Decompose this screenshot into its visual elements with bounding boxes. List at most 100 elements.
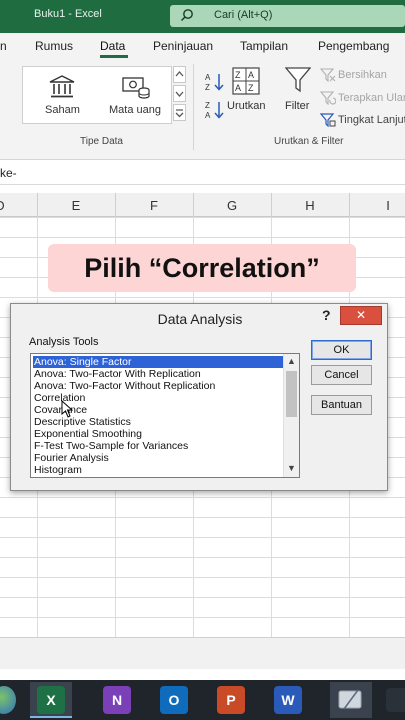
column-header-g[interactable]: G xyxy=(222,198,242,213)
tab-partial[interactable]: n xyxy=(0,39,7,53)
word-app-label: W xyxy=(281,692,295,708)
column-divider xyxy=(37,193,38,217)
bantuan-button[interactable]: Bantuan xyxy=(311,395,372,415)
column-divider xyxy=(115,193,116,217)
bank-icon xyxy=(49,75,75,98)
column-header-row: D E F G H I xyxy=(0,193,405,217)
sheet-tab-bar xyxy=(0,637,405,669)
instruction-caption-text: Pilih “Correlation” xyxy=(84,253,320,283)
bersihkan-button[interactable]: Bersihkan xyxy=(338,69,387,81)
urutkan-button-label[interactable]: Urutkan xyxy=(227,100,266,112)
list-item[interactable]: Anova: Two-Factor Without Replication xyxy=(33,380,283,392)
tab-data[interactable]: Data xyxy=(100,39,125,53)
excel-app-label: X xyxy=(46,692,56,708)
svg-text:Z: Z xyxy=(235,70,241,80)
word-app-icon[interactable]: W xyxy=(274,686,302,714)
app-icon-partial[interactable] xyxy=(386,688,405,712)
list-item[interactable]: Fourier Analysis xyxy=(33,452,283,464)
svg-text:A: A xyxy=(235,83,241,93)
column-header-i[interactable]: I xyxy=(378,198,398,213)
reapply-filter-icon xyxy=(320,91,336,105)
help-icon[interactable]: ? xyxy=(322,307,331,323)
search-box[interactable]: Cari (Alt+Q) xyxy=(170,5,405,27)
search-icon xyxy=(180,9,193,22)
scroll-down-icon[interactable]: ▼ xyxy=(287,463,296,473)
powerpoint-app-icon[interactable]: P xyxy=(217,686,245,714)
svg-text:Z: Z xyxy=(205,83,210,92)
formula-bar[interactable]: ke- xyxy=(0,161,405,185)
instruction-caption: Pilih “Correlation” xyxy=(48,244,356,292)
list-item[interactable]: Anova: Two-Factor With Replication xyxy=(33,368,283,380)
cancel-button[interactable]: Cancel xyxy=(311,365,372,385)
terapkan-ulang-button[interactable]: Terapkan Ulang xyxy=(338,92,405,104)
chevron-up-icon xyxy=(175,71,184,77)
search-placeholder: Cari (Alt+Q) xyxy=(214,9,273,21)
scroll-thumb[interactable] xyxy=(286,371,297,417)
tipe-data-group-label: Tipe Data xyxy=(80,136,123,147)
tingkat-lanjutan-button[interactable]: Tingkat Lanjutan xyxy=(338,114,405,126)
saham-button-label[interactable]: Saham xyxy=(45,104,80,116)
list-item[interactable]: F-Test Two-Sample for Variances xyxy=(33,440,283,452)
dialog-title: Data Analysis xyxy=(157,311,243,327)
window-title: Buku1 - Excel xyxy=(34,8,102,20)
sort-za-icon[interactable]: Z A xyxy=(204,100,226,120)
column-header-e[interactable]: E xyxy=(66,198,86,213)
tab-pengembang[interactable]: Pengembang xyxy=(318,39,389,53)
column-header-h[interactable]: H xyxy=(300,198,320,213)
svg-text:A: A xyxy=(248,70,254,80)
excel-app-icon[interactable]: X xyxy=(37,686,65,714)
column-divider xyxy=(271,193,272,217)
mouse-cursor-icon xyxy=(61,400,73,418)
tab-rumus[interactable]: Rumus xyxy=(35,39,73,53)
svg-text:Z: Z xyxy=(248,83,254,93)
svg-text:A: A xyxy=(205,73,211,82)
title-bar: Buku1 - Excel Cari (Alt+Q) xyxy=(0,0,405,33)
list-item[interactable]: Anova: Single Factor xyxy=(33,356,283,368)
outlook-app-label: O xyxy=(168,692,180,708)
list-scrollbar[interactable]: ▲ ▼ xyxy=(283,354,299,477)
gallery-up-button[interactable] xyxy=(173,66,186,83)
ribbon-divider xyxy=(193,64,194,150)
gallery-expand-icon xyxy=(175,109,184,118)
analysis-tools-label: Analysis Tools xyxy=(29,336,99,348)
formula-bar-text: ke- xyxy=(0,166,17,180)
close-button[interactable]: ✕ xyxy=(340,306,382,325)
mata-uang-button-label[interactable]: Mata uang xyxy=(109,104,161,116)
scroll-up-icon[interactable]: ▲ xyxy=(287,356,296,366)
filter-icon xyxy=(285,67,311,93)
active-tab-indicator xyxy=(100,55,128,58)
powerpoint-app-label: P xyxy=(226,692,236,708)
tab-peninjauan[interactable]: Peninjauan xyxy=(153,39,213,53)
column-header-f[interactable]: F xyxy=(144,198,164,213)
taskbar: X N O P W xyxy=(0,680,405,720)
onenote-app-icon[interactable]: N xyxy=(103,686,131,714)
analysis-tools-list[interactable]: Anova: Single Factor Anova: Two-Factor W… xyxy=(30,353,300,478)
gallery-down-button[interactable] xyxy=(173,85,186,102)
list-item[interactable]: Exponential Smoothing xyxy=(33,428,283,440)
filter-button-label[interactable]: Filter xyxy=(285,100,309,112)
outlook-app-icon[interactable]: O xyxy=(160,686,188,714)
menu-bar: n Rumus Data Peninjauan Tampilan Pengemb… xyxy=(0,33,405,60)
column-divider xyxy=(349,193,350,217)
clear-filter-icon xyxy=(320,68,336,82)
currency-icon xyxy=(122,77,150,99)
svg-text:A: A xyxy=(205,111,211,120)
svg-text:Z: Z xyxy=(205,101,210,110)
advanced-filter-icon xyxy=(320,113,336,127)
gallery-more-button[interactable] xyxy=(173,104,186,121)
ribbon: Saham Mata uang Tipe Data A Z Z A Z A A … xyxy=(0,60,405,160)
sort-az-icon[interactable]: A Z xyxy=(204,72,226,92)
onenote-app-label: N xyxy=(111,692,123,708)
sort-dialog-icon: Z A A Z xyxy=(232,67,260,95)
snipping-tool-icon[interactable] xyxy=(336,687,366,713)
column-divider xyxy=(193,193,194,217)
ok-button[interactable]: OK xyxy=(311,340,372,360)
chevron-down-icon xyxy=(175,91,184,97)
urutkan-filter-group-label: Urutkan & Filter xyxy=(274,136,344,147)
data-analysis-dialog: Data Analysis ? ✕ Analysis Tools Anova: … xyxy=(10,303,388,491)
list-item[interactable]: Histogram xyxy=(33,464,283,476)
edge-browser-icon[interactable] xyxy=(0,686,16,714)
column-header-d[interactable]: D xyxy=(0,198,10,213)
data-type-gallery: Saham Mata uang xyxy=(22,66,172,124)
tab-tampilan[interactable]: Tampilan xyxy=(240,39,288,53)
